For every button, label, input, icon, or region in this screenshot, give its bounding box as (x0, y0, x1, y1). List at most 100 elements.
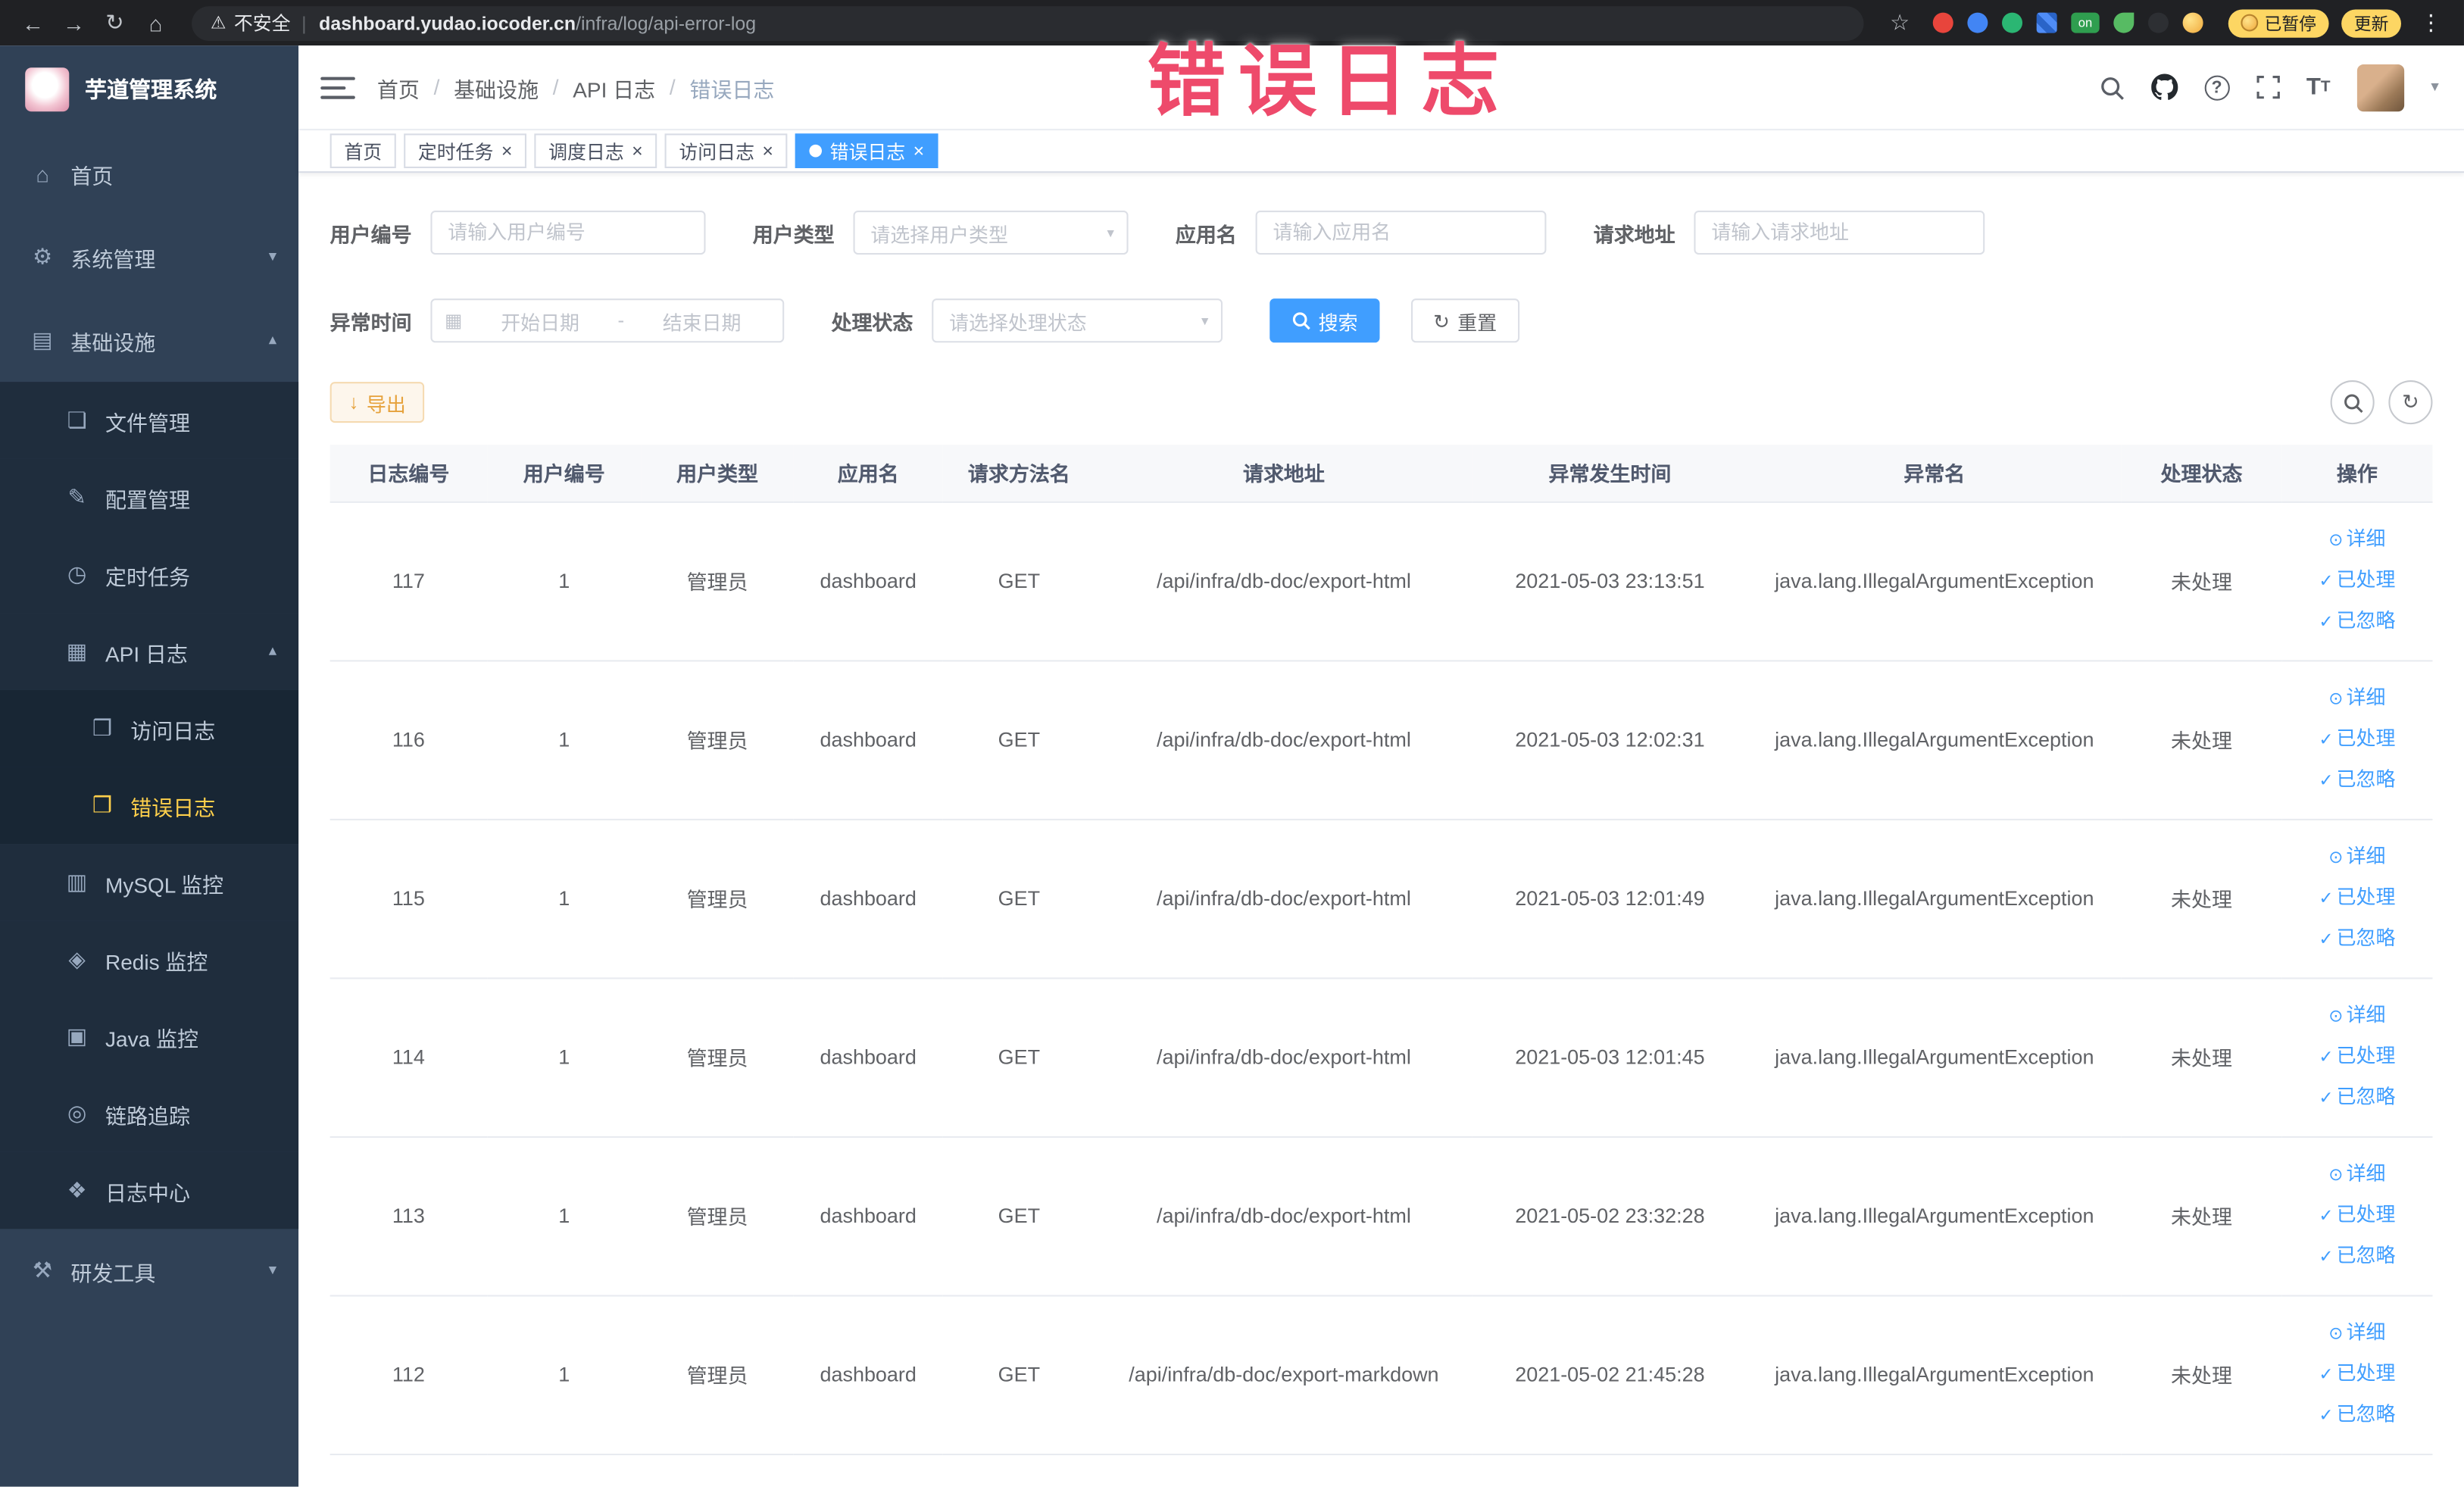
chevron-up-icon: ▴ (268, 642, 277, 661)
font-size-icon[interactable]: TT (2306, 74, 2331, 101)
processed-link[interactable]: ✓ 已处理 (2281, 878, 2432, 919)
detail-link[interactable]: ⊙ 详细 (2281, 678, 2432, 719)
chrome-menu-icon[interactable]: ⋮ (2410, 9, 2451, 36)
processed-link[interactable]: ✓ 已处理 (2281, 719, 2432, 760)
paused-extension-badge[interactable]: 已暂停 (2228, 8, 2329, 37)
close-icon[interactable]: × (501, 142, 513, 161)
processed-link[interactable]: ✓ 已处理 (2281, 561, 2432, 601)
sidebar-item-error-log[interactable]: ❒ 错误日志 (0, 767, 299, 845)
export-button[interactable]: ↓ 导出 (329, 382, 425, 423)
ignored-link[interactable]: ✓ 已忽略 (2281, 1395, 2432, 1435)
detail-link[interactable]: ⊙ 详细 (2281, 837, 2432, 878)
fullscreen-icon[interactable] (2256, 75, 2280, 99)
security-label[interactable]: 不安全 (234, 9, 291, 36)
address-bar[interactable]: ⚠ 不安全 | dashboard.yudao.iocoder.cn/infra… (192, 5, 1864, 40)
sidebar-item-label: 日志中心 (105, 1181, 191, 1205)
extension-icon-blue[interactable] (1967, 12, 1988, 33)
request-url-input[interactable] (1694, 210, 1985, 255)
extension-icon-leaf[interactable] (2113, 12, 2135, 33)
forward-icon[interactable]: → (54, 10, 95, 35)
url-path: /infra/log/api-error-log (576, 11, 757, 34)
sidebar-item-label: 错误日志 (130, 795, 216, 820)
chevron-down-icon: ▾ (1201, 311, 1209, 328)
tab-job[interactable]: 定时任务 × (404, 133, 527, 168)
detail-link[interactable]: ⊙ 详细 (2281, 520, 2432, 561)
sidebar-item-redis[interactable]: ◈ Redis 监控 (0, 920, 299, 998)
search-button[interactable]: 搜索 (1269, 298, 1380, 343)
sidebar-item-api-log[interactable]: ▦ API 日志 ▴ (0, 613, 299, 690)
sidebar-item-job[interactable]: ◷ 定时任务 (0, 536, 299, 614)
toggle-search-button[interactable] (2330, 380, 2375, 425)
processed-link[interactable]: ✓ 已处理 (2281, 1195, 2432, 1236)
collapse-sidebar-icon[interactable] (320, 70, 355, 105)
extension-icon-on[interactable]: on (2071, 12, 2100, 33)
app-name-input[interactable] (1255, 210, 1547, 255)
reload-icon[interactable]: ↻ (94, 9, 135, 36)
cell-app-name: dashboard (793, 1136, 943, 1296)
search-icon[interactable] (2099, 75, 2124, 100)
breadcrumb-item[interactable]: 首页 (377, 71, 420, 102)
chevron-down-icon: ▾ (1107, 223, 1114, 240)
extension-icon-green[interactable] (2002, 12, 2023, 33)
monitor-icon: ▣ (66, 1023, 88, 1048)
sidebar-item-config[interactable]: ✎ 配置管理 (0, 458, 299, 536)
toolbox-icon: ⚒ (32, 1257, 53, 1282)
cell-log-id: 112 (329, 1295, 488, 1455)
avatar-caret-icon[interactable]: ▾ (2431, 79, 2438, 96)
processed-link[interactable]: ✓ 已处理 (2281, 1354, 2432, 1395)
eye-icon: ⊙ (2328, 689, 2344, 708)
ignored-link[interactable]: ✓ 已忽略 (2281, 1077, 2432, 1118)
tab-job-log[interactable]: 调度日志 × (534, 133, 657, 168)
sidebar-item-trace[interactable]: ◎ 链路追踪 (0, 1075, 299, 1152)
breadcrumb-item[interactable]: 基础设施 (454, 71, 539, 102)
cell-method: GET (942, 1136, 1095, 1296)
ignored-link[interactable]: ✓ 已忽略 (2281, 601, 2432, 642)
extension-icon-red[interactable] (1932, 12, 1953, 33)
detail-link[interactable]: ⊙ 详细 (2281, 1154, 2432, 1195)
eye-icon: ⊙ (2328, 848, 2344, 867)
extension-icon-paw[interactable] (2147, 12, 2169, 33)
back-icon[interactable]: ← (13, 10, 54, 35)
date-range-picker[interactable]: ▦ 开始日期 - 结束日期 (430, 298, 785, 343)
github-icon[interactable] (2150, 73, 2178, 101)
user-id-input[interactable] (430, 210, 706, 255)
chrome-update-button[interactable]: 更新 (2341, 8, 2401, 37)
edit-icon: ✎ (67, 483, 86, 510)
sidebar-item-file[interactable]: ❏ 文件管理 (0, 382, 299, 459)
home-icon[interactable]: ⌂ (135, 10, 176, 35)
ignored-link[interactable]: ✓ 已忽略 (2281, 760, 2432, 801)
detail-link[interactable]: ⊙ 详细 (2281, 1313, 2432, 1354)
sidebar-item-dev-tools[interactable]: ⚒ 研发工具 ▾ (0, 1229, 298, 1312)
detail-link[interactable]: ⊙ 详细 (2281, 995, 2432, 1036)
close-icon[interactable]: × (913, 142, 925, 161)
trace-icon: ◎ (67, 1100, 87, 1126)
breadcrumb-item[interactable]: API 日志 (573, 71, 655, 102)
processed-link[interactable]: ✓ 已处理 (2281, 1036, 2432, 1077)
sidebar-logo[interactable]: 芋道管理系统 (0, 45, 298, 132)
ignored-link[interactable]: ✓ 已忽略 (2281, 1236, 2432, 1277)
sidebar-item-log-center[interactable]: ❖ 日志中心 (0, 1151, 299, 1229)
process-status-select[interactable]: 请选择处理状态 ▾ (932, 298, 1223, 343)
redis-icon: ◈ (68, 945, 86, 972)
sidebar-item-mysql[interactable]: ▥ MySQL 监控 (0, 844, 299, 921)
refresh-table-button[interactable]: ↻ (2388, 380, 2433, 425)
close-icon[interactable]: × (762, 142, 773, 161)
user-type-select[interactable]: 请选择用户类型 ▾ (853, 210, 1129, 255)
extension-icon-smiley[interactable] (2182, 12, 2203, 33)
tab-home[interactable]: 首页 (329, 133, 396, 168)
sidebar-item-java[interactable]: ▣ Java 监控 (0, 998, 299, 1076)
reset-button[interactable]: ↻ 重置 (1411, 298, 1519, 343)
ignored-link[interactable]: ✓ 已忽略 (2281, 919, 2432, 960)
sidebar-item-access-log[interactable]: ❒ 访问日志 (0, 689, 299, 767)
extension-icon-grid[interactable] (2036, 12, 2057, 33)
sidebar-item-system[interactable]: ⚙ 系统管理 ▾ (0, 215, 298, 298)
bookmark-star-icon[interactable]: ☆ (1879, 9, 1920, 36)
sidebar-item-label: MySQL 监控 (105, 873, 224, 897)
close-icon[interactable]: × (632, 142, 643, 161)
sidebar-item-home[interactable]: ⌂ 首页 (0, 132, 298, 215)
tab-access-log[interactable]: 访问日志 × (664, 133, 788, 168)
tab-error-log[interactable]: 错误日志 × (795, 133, 938, 168)
help-icon[interactable]: ? (2204, 74, 2230, 100)
sidebar-item-infra[interactable]: ▤ 基础设施 ▴ (0, 298, 298, 382)
user-avatar[interactable] (2356, 64, 2405, 111)
